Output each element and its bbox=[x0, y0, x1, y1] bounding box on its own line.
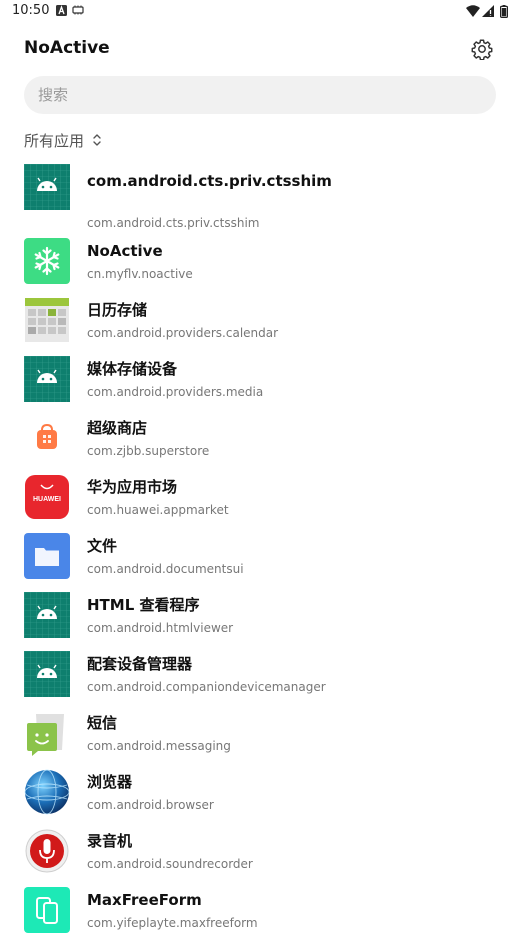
search-bar[interactable] bbox=[24, 76, 496, 114]
app-package: com.android.providers.media bbox=[87, 385, 264, 399]
app-bar: NoActive bbox=[0, 30, 520, 70]
list-item[interactable]: NoActive cn.myflv.noactive bbox=[0, 238, 520, 286]
huawei-appmarket-icon: HUAWEI bbox=[25, 475, 69, 519]
app-name: 短信 bbox=[87, 714, 118, 732]
app-title: NoActive bbox=[24, 38, 110, 58]
app-name: HTML 查看程序 bbox=[87, 596, 200, 614]
wifi-icon bbox=[466, 5, 480, 17]
app-filter-dropdown[interactable]: 所有应用 bbox=[24, 128, 102, 152]
android-icon bbox=[24, 592, 70, 638]
app-package: com.android.providers.calendar bbox=[87, 326, 279, 340]
app-name: 录音机 bbox=[87, 832, 133, 850]
app-name: 超级商店 bbox=[87, 419, 148, 437]
list-item[interactable]: 媒体存储设备 com.android.providers.media bbox=[0, 356, 520, 404]
list-item[interactable]: 超级商店 com.zjbb.superstore bbox=[0, 415, 520, 463]
app-name: NoActive bbox=[87, 242, 163, 260]
app-package: cn.myflv.noactive bbox=[87, 267, 193, 281]
app-name: 浏览器 bbox=[87, 773, 133, 791]
app-name: 媒体存储设备 bbox=[87, 360, 178, 378]
app-package: com.android.documentsui bbox=[87, 562, 244, 576]
svg-text:HUAWEI: HUAWEI bbox=[33, 496, 61, 503]
cellular-signal-icon bbox=[482, 5, 494, 17]
app-package: com.huawei.appmarket bbox=[87, 503, 229, 517]
freeform-window-icon bbox=[24, 887, 70, 933]
notification-a-icon bbox=[56, 5, 67, 16]
snowflake-icon bbox=[24, 238, 70, 284]
app-name: MaxFreeForm bbox=[87, 891, 202, 909]
app-name: 配套设备管理器 bbox=[87, 655, 193, 673]
status-time: 10:50 bbox=[12, 3, 50, 18]
list-item[interactable]: HUAWEI 华为应用市场 com.huawei.appmarket bbox=[0, 474, 520, 522]
app-package: com.android.soundrecorder bbox=[87, 857, 253, 871]
search-input[interactable] bbox=[38, 76, 478, 114]
app-package: com.android.htmlviewer bbox=[87, 621, 234, 635]
app-name: com.android.cts.priv.ctsshim bbox=[87, 172, 332, 190]
messaging-icon bbox=[24, 710, 70, 756]
notification-chip-icon bbox=[72, 5, 84, 15]
app-package: com.yifeplayte.maxfreeform bbox=[87, 916, 258, 930]
app-package: com.android.companiondevicemanager bbox=[87, 680, 326, 694]
list-item[interactable]: MaxFreeForm com.yifeplayte.maxfreeform bbox=[0, 887, 520, 935]
shopping-bag-icon bbox=[24, 415, 70, 461]
unfold-chevron-icon bbox=[93, 134, 101, 146]
app-package: com.android.cts.priv.ctsshim bbox=[87, 216, 260, 230]
app-name: 日历存储 bbox=[87, 301, 148, 319]
app-package: com.android.browser bbox=[87, 798, 214, 812]
list-item[interactable]: 配套设备管理器 com.android.companiondevicemanag… bbox=[0, 651, 520, 699]
list-item[interactable]: HTML 查看程序 com.android.htmlviewer bbox=[0, 592, 520, 640]
list-item[interactable]: 日历存储 com.android.providers.calendar bbox=[0, 297, 520, 345]
list-item[interactable]: 短信 com.android.messaging bbox=[0, 710, 520, 758]
app-package: com.android.messaging bbox=[87, 739, 231, 753]
globe-icon bbox=[24, 769, 70, 815]
microphone-icon bbox=[25, 829, 69, 873]
android-icon bbox=[24, 356, 70, 402]
app-name: 华为应用市场 bbox=[87, 478, 178, 496]
list-item[interactable]: 录音机 com.android.soundrecorder bbox=[0, 828, 520, 876]
status-bar: 10:50 bbox=[0, 0, 520, 24]
settings-gear-icon[interactable] bbox=[471, 38, 493, 60]
calendar-storage-icon bbox=[25, 298, 69, 342]
folder-icon bbox=[24, 533, 70, 579]
android-icon bbox=[24, 651, 70, 697]
list-item[interactable]: 文件 com.android.documentsui bbox=[0, 533, 520, 581]
app-name: 文件 bbox=[87, 537, 118, 555]
battery-icon bbox=[500, 5, 508, 18]
android-icon bbox=[24, 164, 70, 210]
app-package: com.zjbb.superstore bbox=[87, 444, 210, 458]
filter-label: 所有应用 bbox=[24, 131, 85, 150]
list-item[interactable]: com.android.cts.priv.ctsshim com.android… bbox=[0, 164, 520, 230]
list-item[interactable]: 浏览器 com.android.browser bbox=[0, 769, 520, 817]
